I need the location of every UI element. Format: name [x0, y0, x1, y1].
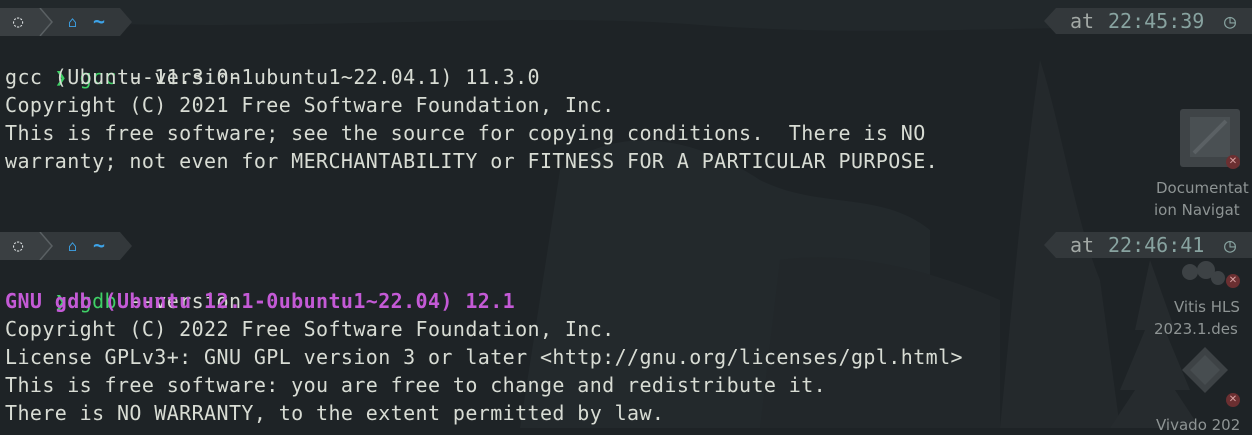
- gdb-version-header: GNU gdb (Ubuntu 12.1-0ubuntu1~22.04) 12.…: [5, 289, 516, 313]
- clock-icon: ◷: [1224, 9, 1237, 33]
- command-line: ❯ gdb --version: [5, 259, 241, 313]
- clock-icon: ◷: [1224, 233, 1237, 257]
- prompt-time: 22:45:39: [1108, 9, 1205, 33]
- output-line: There is NO WARRANTY, to the extent perm…: [5, 401, 665, 425]
- cwd-label: ~: [93, 233, 106, 257]
- output-line: warranty; not even for MERCHANTABILITY o…: [5, 149, 939, 173]
- output-line: License GPLv3+: GNU GPL version 3 or lat…: [5, 345, 963, 369]
- prompt-time: 22:46:41: [1108, 233, 1205, 257]
- output-line: Copyright (C) 2021 Free Software Foundat…: [5, 93, 615, 117]
- prompt-segment-left: ◌ ⌂ ~: [0, 232, 135, 260]
- ubuntu-icon: ◌: [13, 12, 24, 32]
- output-line: Copyright (C) 2022 Free Software Foundat…: [5, 317, 615, 341]
- command-line: ❯ gcc --version: [5, 35, 241, 89]
- prompt-segment-right: at 22:46:41 ◷: [1044, 232, 1252, 258]
- output-line: This is free software: you are free to c…: [5, 373, 827, 397]
- output-line: This is free software; see the source fo…: [5, 121, 926, 145]
- cwd-label: ~: [93, 9, 106, 33]
- status-prefix: at: [1070, 233, 1095, 257]
- ubuntu-icon: ◌: [13, 236, 24, 256]
- output-line: gcc (Ubuntu 11.3.0-1ubuntu1~22.04.1) 11.…: [5, 65, 540, 89]
- status-prefix: at: [1070, 9, 1095, 33]
- prompt-segment-right: at 22:45:39 ◷: [1044, 8, 1252, 34]
- terminal[interactable]: ◌ ⌂ ~ at 22:45:39 ◷ ❯ gcc --version gcc …: [0, 0, 1252, 428]
- home-icon: ⌂: [68, 237, 78, 255]
- home-icon: ⌂: [68, 13, 78, 31]
- prompt-segment-left: ◌ ⌂ ~: [0, 8, 135, 36]
